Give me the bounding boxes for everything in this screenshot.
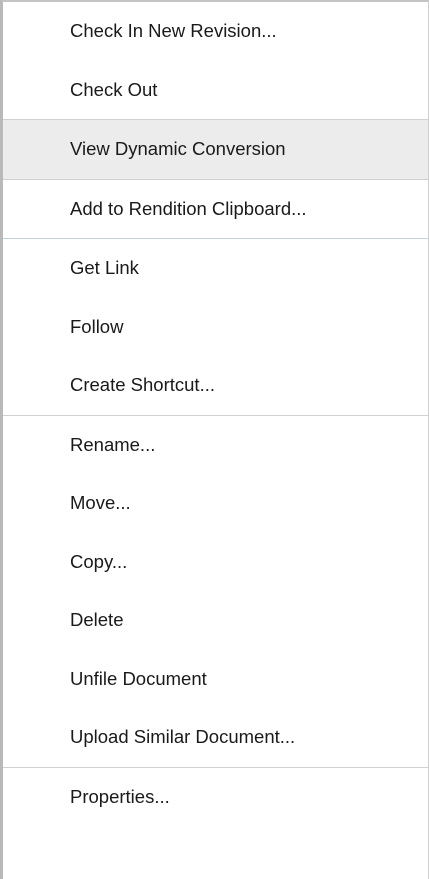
menu-item-get-link[interactable]: Get Link <box>3 239 428 298</box>
menu-group-link: Get Link Follow Create Shortcut... <box>3 239 428 416</box>
menu-item-view-dynamic-conversion[interactable]: View Dynamic Conversion <box>3 120 428 179</box>
menu-item-delete[interactable]: Delete <box>3 591 428 650</box>
menu-group-rendition: Add to Rendition Clipboard... <box>3 180 428 239</box>
menu-group-file-actions: Rename... Move... Copy... Delete Unfile … <box>3 416 428 768</box>
menu-item-upload-similar-document[interactable]: Upload Similar Document... <box>3 708 428 767</box>
context-menu: Check In New Revision... Check Out View … <box>0 0 429 879</box>
menu-item-copy[interactable]: Copy... <box>3 533 428 592</box>
menu-item-follow[interactable]: Follow <box>3 298 428 357</box>
menu-item-move[interactable]: Move... <box>3 474 428 533</box>
menu-item-add-to-rendition-clipboard[interactable]: Add to Rendition Clipboard... <box>3 180 428 239</box>
menu-item-rename[interactable]: Rename... <box>3 416 428 475</box>
menu-item-properties[interactable]: Properties... <box>3 768 428 827</box>
menu-item-check-out[interactable]: Check Out <box>3 61 428 120</box>
menu-group-conversion: View Dynamic Conversion <box>3 120 428 180</box>
menu-group-properties: Properties... <box>3 768 428 827</box>
menu-item-check-in-new-revision[interactable]: Check In New Revision... <box>3 2 428 61</box>
menu-item-unfile-document[interactable]: Unfile Document <box>3 650 428 709</box>
menu-item-create-shortcut[interactable]: Create Shortcut... <box>3 356 428 415</box>
menu-group-checkin: Check In New Revision... Check Out <box>3 2 428 120</box>
